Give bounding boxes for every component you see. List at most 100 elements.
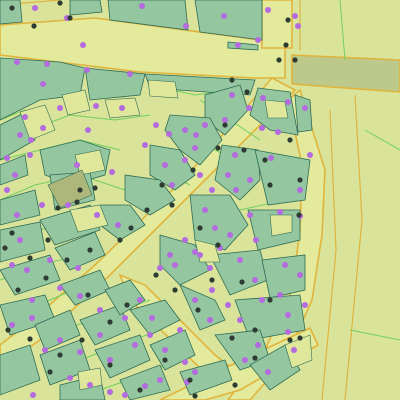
address-point-dark[interactable] bbox=[287, 137, 293, 143]
address-point-purple[interactable] bbox=[307, 152, 313, 158]
address-point-purple[interactable] bbox=[9, 322, 15, 328]
address-point-purple[interactable] bbox=[192, 369, 198, 375]
address-point-purple[interactable] bbox=[207, 265, 213, 271]
address-point-purple[interactable] bbox=[139, 3, 145, 9]
address-point-dark[interactable] bbox=[292, 57, 298, 63]
address-point-dark[interactable] bbox=[285, 17, 291, 23]
address-point-dark[interactable] bbox=[215, 145, 221, 151]
address-point-purple[interactable] bbox=[166, 131, 172, 137]
address-point-purple[interactable] bbox=[74, 162, 80, 168]
address-point-purple[interactable] bbox=[85, 127, 91, 133]
address-point-dark[interactable] bbox=[159, 182, 165, 188]
address-point-dark[interactable] bbox=[47, 369, 53, 375]
address-point-dark[interactable] bbox=[267, 297, 273, 303]
address-point-purple[interactable] bbox=[246, 105, 252, 111]
address-point-purple[interactable] bbox=[162, 162, 168, 168]
address-point-purple[interactable] bbox=[259, 125, 265, 131]
address-point-purple[interactable] bbox=[12, 172, 18, 178]
address-point-purple[interactable] bbox=[282, 262, 288, 268]
address-point-purple[interactable] bbox=[255, 37, 261, 43]
address-point-purple[interactable] bbox=[275, 129, 281, 135]
address-point-purple[interactable] bbox=[67, 375, 73, 381]
address-point-dark[interactable] bbox=[2, 245, 8, 251]
address-point-purple[interactable] bbox=[22, 114, 28, 120]
address-point-dark[interactable] bbox=[172, 287, 178, 293]
address-point-purple[interactable] bbox=[247, 177, 253, 183]
address-point-purple[interactable] bbox=[291, 347, 297, 353]
address-point-purple[interactable] bbox=[122, 392, 128, 398]
address-point-dark[interactable] bbox=[239, 279, 245, 285]
address-point-dark[interactable] bbox=[229, 335, 235, 341]
address-point-purple[interactable] bbox=[222, 117, 228, 123]
address-point-dark[interactable] bbox=[296, 212, 302, 218]
address-point-purple[interactable] bbox=[265, 369, 271, 375]
address-point-purple[interactable] bbox=[97, 307, 103, 313]
address-point-dark[interactable] bbox=[187, 377, 193, 383]
address-point-dark[interactable] bbox=[197, 225, 203, 231]
address-point-purple[interactable] bbox=[177, 327, 183, 333]
address-point-dark[interactable] bbox=[57, 352, 63, 358]
address-point-purple[interactable] bbox=[80, 42, 86, 48]
address-point-dark[interactable] bbox=[232, 382, 238, 388]
address-point-purple[interactable] bbox=[42, 347, 48, 353]
address-point-purple[interactable] bbox=[9, 262, 15, 268]
address-point-purple[interactable] bbox=[39, 202, 45, 208]
address-point-purple[interactable] bbox=[157, 377, 163, 383]
address-point-dark[interactable] bbox=[45, 237, 51, 243]
address-point-purple[interactable] bbox=[40, 125, 46, 131]
address-point-purple[interactable] bbox=[109, 169, 115, 175]
address-point-dark[interactable] bbox=[9, 230, 15, 236]
address-point-dark[interactable] bbox=[107, 319, 113, 325]
address-point-purple[interactable] bbox=[192, 145, 198, 151]
address-point-purple[interactable] bbox=[182, 157, 188, 163]
address-point-purple[interactable] bbox=[225, 302, 231, 308]
address-point-purple[interactable] bbox=[169, 182, 175, 188]
address-point-dark[interactable] bbox=[209, 277, 215, 283]
address-point-dark[interactable] bbox=[5, 327, 11, 333]
address-point-purple[interactable] bbox=[197, 252, 203, 258]
address-point-purple[interactable] bbox=[297, 187, 303, 193]
address-point-purple[interactable] bbox=[29, 315, 35, 321]
address-point-purple[interactable] bbox=[235, 42, 241, 48]
address-point-purple[interactable] bbox=[40, 81, 46, 87]
address-point-dark[interactable] bbox=[137, 387, 143, 393]
address-point-purple[interactable] bbox=[17, 132, 23, 138]
address-point-purple[interactable] bbox=[259, 297, 265, 303]
address-point-purple[interactable] bbox=[221, 13, 227, 19]
address-point-purple[interactable] bbox=[265, 7, 271, 13]
address-point-purple[interactable] bbox=[209, 287, 215, 293]
address-point-purple[interactable] bbox=[24, 267, 30, 273]
map-svg[interactable] bbox=[0, 0, 400, 400]
address-point-purple[interactable] bbox=[97, 332, 103, 338]
address-point-purple[interactable] bbox=[197, 172, 203, 178]
address-point-purple[interactable] bbox=[202, 207, 208, 213]
address-point-purple[interactable] bbox=[297, 272, 303, 278]
address-point-purple[interactable] bbox=[142, 383, 148, 389]
address-point-purple[interactable] bbox=[122, 315, 128, 321]
address-point-purple[interactable] bbox=[183, 23, 189, 29]
address-point-dark[interactable] bbox=[87, 247, 93, 253]
address-point-dark[interactable] bbox=[222, 122, 228, 128]
address-point-dark[interactable] bbox=[27, 336, 33, 342]
address-point-dark[interactable] bbox=[276, 57, 282, 63]
address-point-purple[interactable] bbox=[17, 237, 23, 243]
address-point-purple[interactable] bbox=[4, 155, 10, 161]
address-point-purple[interactable] bbox=[285, 329, 291, 335]
address-point-dark[interactable] bbox=[124, 302, 130, 308]
address-point-purple[interactable] bbox=[253, 237, 259, 243]
address-point-purple[interactable] bbox=[107, 357, 113, 363]
address-point-purple[interactable] bbox=[302, 302, 308, 308]
address-point-dark[interactable] bbox=[252, 355, 258, 361]
address-point-dark[interactable] bbox=[43, 275, 49, 281]
address-point-purple[interactable] bbox=[157, 265, 163, 271]
address-point-dark[interactable] bbox=[252, 327, 258, 333]
address-point-dark[interactable] bbox=[92, 185, 98, 191]
address-point-dark[interactable] bbox=[297, 177, 303, 183]
address-point-purple[interactable] bbox=[94, 212, 100, 218]
address-point-purple[interactable] bbox=[292, 13, 298, 19]
address-point-purple[interactable] bbox=[247, 212, 253, 218]
address-point-purple[interactable] bbox=[277, 292, 283, 298]
address-point-purple[interactable] bbox=[192, 249, 198, 255]
address-point-dark[interactable] bbox=[267, 182, 273, 188]
address-point-dark[interactable] bbox=[31, 23, 37, 29]
